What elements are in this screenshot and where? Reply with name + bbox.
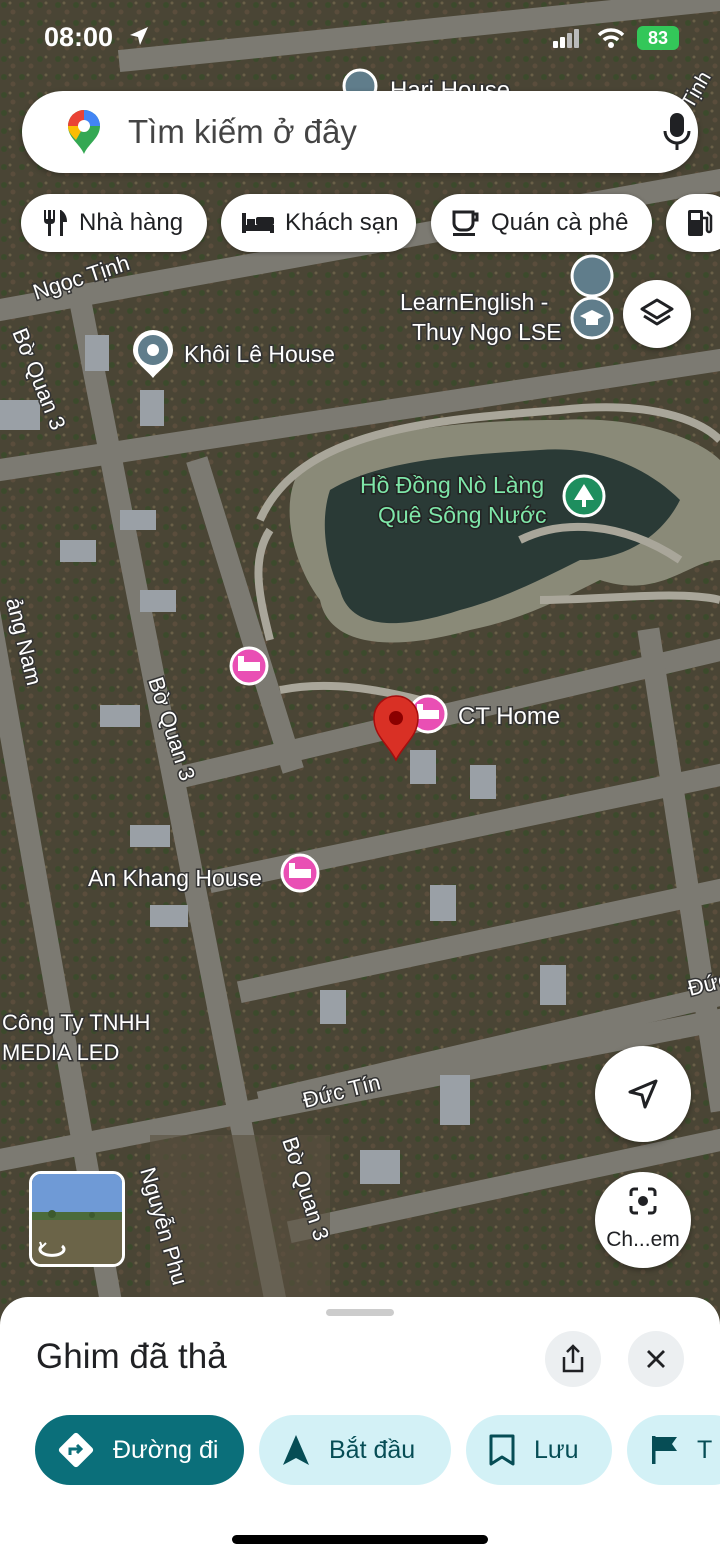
camera-button-label: Ch...em xyxy=(606,1228,680,1251)
chip-hotels[interactable]: Khách sạn xyxy=(221,194,416,252)
park-pin-icon[interactable] xyxy=(562,474,606,518)
chip-coffee[interactable]: Quán cà phê xyxy=(431,194,652,252)
street-view-thumbnail[interactable] xyxy=(29,1171,125,1267)
search-input[interactable]: Tìm kiếm ở đây xyxy=(128,113,357,151)
place-label-learn-english-2[interactable]: Thuy Ngo LSE xyxy=(411,318,564,347)
label-button[interactable]: T xyxy=(627,1415,720,1485)
close-button[interactable] xyxy=(628,1331,684,1387)
layers-icon xyxy=(640,298,674,326)
hotel-icon xyxy=(242,213,274,233)
restaurant-icon xyxy=(44,210,67,236)
place-label-khoi-le-house[interactable]: Khôi Lê House xyxy=(183,340,337,369)
place-label-lake-2[interactable]: Quê Sông Nước xyxy=(377,501,549,530)
bookmark-icon xyxy=(489,1434,515,1466)
close-icon xyxy=(647,1350,665,1368)
start-label: Bắt đầu xyxy=(329,1435,416,1464)
save-label: Lưu xyxy=(534,1435,579,1464)
location-arrow-icon xyxy=(130,27,148,45)
flag-icon xyxy=(652,1436,677,1464)
street-view-image xyxy=(32,1174,122,1264)
chip-label: Nhà hàng xyxy=(79,209,184,236)
lens-camera-icon xyxy=(629,1187,657,1215)
start-button[interactable]: Bắt đầu xyxy=(259,1415,451,1485)
directions-button[interactable]: Đường đi xyxy=(35,1415,244,1485)
sheet-title: Ghim đã thả xyxy=(36,1337,227,1376)
google-maps-logo-icon xyxy=(68,110,100,154)
search-bar[interactable]: Tìm kiếm ở đây xyxy=(22,91,698,173)
navigation-arrow-icon xyxy=(283,1435,309,1465)
chip-gas-stations[interactable] xyxy=(666,194,720,252)
battery-indicator: 83 xyxy=(637,26,679,50)
wifi-icon xyxy=(597,28,625,48)
hotel-pin-icon[interactable] xyxy=(229,646,269,686)
place-label-cong-ty[interactable]: Công Ty TNHH xyxy=(1,1009,152,1037)
hotel-pin-icon[interactable] xyxy=(280,853,320,893)
category-chips: Nhà hàng Khách sạn Quán cà phê xyxy=(0,194,720,252)
lens-camera-button[interactable]: Ch...em xyxy=(595,1172,691,1268)
status-time: 08:00 xyxy=(44,22,114,52)
place-label-learn-english[interactable]: LearnEnglish - xyxy=(399,288,550,317)
signal-icon xyxy=(553,29,579,48)
chip-restaurants[interactable]: Nhà hàng xyxy=(21,194,207,252)
gas-station-icon xyxy=(688,210,713,236)
sheet-drag-handle[interactable] xyxy=(326,1309,394,1316)
save-button[interactable]: Lưu xyxy=(466,1415,612,1485)
directions-icon xyxy=(58,1432,94,1468)
chip-label: Quán cà phê xyxy=(491,209,629,236)
layers-button[interactable] xyxy=(623,280,691,348)
directions-label: Đường đi xyxy=(113,1435,219,1464)
coffee-icon xyxy=(452,210,479,236)
place-label-an-khang-house[interactable]: An Khang House xyxy=(87,864,264,893)
home-indicator[interactable] xyxy=(232,1535,488,1544)
place-label-cong-ty-2[interactable]: MEDIA LED xyxy=(1,1039,121,1067)
navigation-arrow-icon xyxy=(628,1079,658,1109)
bottom-sheet[interactable]: Ghim đã thả Đường đi Bắt đầu Lưu T xyxy=(0,1297,720,1557)
place-label-lake[interactable]: Hồ Đồng Nò Làng xyxy=(359,471,546,500)
place-label-ct-home[interactable]: CT Home xyxy=(457,702,562,732)
label-label: T xyxy=(697,1435,713,1464)
status-bar: 08:00 83 xyxy=(0,0,720,80)
action-buttons: Đường đi Bắt đầu Lưu T xyxy=(0,1415,720,1485)
share-icon xyxy=(562,1344,584,1373)
microphone-icon[interactable] xyxy=(662,111,692,153)
share-button[interactable] xyxy=(545,1331,601,1387)
my-location-button[interactable] xyxy=(595,1046,691,1142)
chip-label: Khách sạn xyxy=(285,209,399,236)
